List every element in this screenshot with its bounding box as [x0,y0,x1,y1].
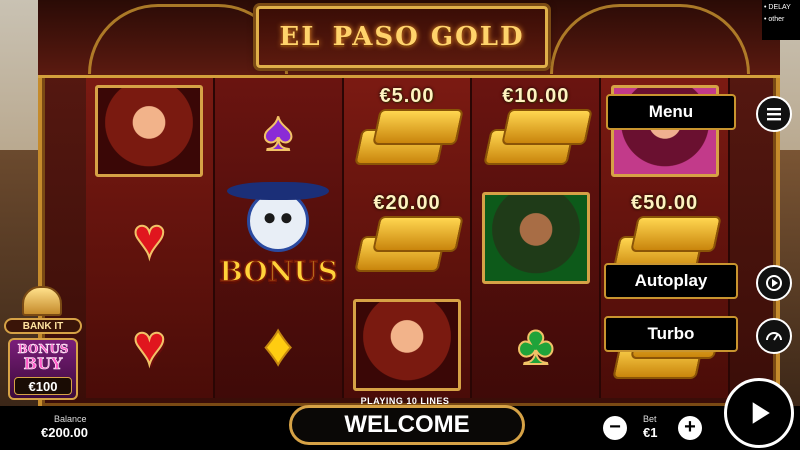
autoplay-button[interactable]: Autoplay [604,263,738,299]
game-title: EL PASO GOLD [279,22,525,52]
bonus-buy-price: €100 [14,377,72,395]
arch-ornament-right [550,4,750,74]
message-box: WELCOME [289,405,525,445]
balance-label: Balance [54,414,87,424]
gold-bar-value: €5.00 [379,85,435,108]
reel-cell [472,185,599,292]
reel-cell: €5.00 [344,78,471,185]
bet-decrease-button[interactable]: − [603,416,627,440]
spade-icon: ♠ [262,99,294,163]
bet-label: Bet [643,414,657,424]
gold-bar-value: €10.00 [502,85,570,108]
portrait-symbol-woman-red-hat [352,298,461,391]
reel-cell: €20.00 [344,185,471,292]
autoplay-icon[interactable] [756,265,792,301]
bonus-buy-panel[interactable]: BANK IT BONUS BUY €100 [4,286,82,402]
diamond-icon: ♦ [263,312,294,376]
hamburger-icon[interactable] [756,96,792,132]
sombrero-icon [227,181,330,200]
gold-bar-shape [629,215,722,252]
autoplay-label: Autoplay [634,271,708,290]
game-logo: EL PASO GOLD [256,6,548,68]
balance-value: €200.00 [41,425,88,440]
bank-icon [22,286,62,316]
reel-cell: ♥ [86,291,213,398]
gold-bar-value: €50.00 [631,191,699,214]
bet-increase-button[interactable]: + [678,416,702,440]
reel-cell: €10.00 [472,78,599,185]
reel-cell: ♠ [215,78,342,185]
heart-icon: ♥ [132,205,167,269]
gold-bar-symbol: €20.00 [348,190,466,286]
club-icon: ♣ [516,312,555,376]
reel-2: ♠ BONUS ♦ [214,78,344,398]
reel-cell [86,78,213,185]
welcome-message: WELCOME [344,411,470,438]
play-icon [752,402,770,424]
gold-bar-shape [372,109,464,146]
bonus-buy-button[interactable]: BONUS BUY €100 [8,338,78,400]
gold-bar-shape [372,215,464,252]
debug-line-1: • DELAY [764,4,791,11]
debug-line-2: • other [764,16,785,23]
bonus-scatter-symbol: BONUS [218,181,339,290]
gold-bar-symbol: €5.00 [348,83,466,179]
reel-cell: BONUS [215,181,342,292]
reel-cell: ♥ [86,185,213,292]
reel-4: €10.00 ♣ [472,78,602,398]
bonus-buy-title-line2: BUY [23,354,63,373]
reel-cell [344,291,471,398]
reel-1: ♥ ♥ [86,78,215,398]
reel-cell: ♣ [472,291,599,398]
turbo-button[interactable]: Turbo [604,316,738,352]
speedometer-icon[interactable] [756,318,792,354]
reel-3: €5.00 €20.00 [343,78,473,398]
bank-it-button[interactable]: BANK IT [4,318,82,334]
gold-bar-shape [500,109,593,146]
portrait-symbol-woman-green [481,191,590,284]
heart-icon: ♥ [132,312,167,376]
turbo-label: Turbo [647,324,695,343]
spin-button[interactable] [724,378,794,448]
debug-overlay: • DELAY • other [762,0,800,40]
reel-cell: ♦ [215,291,342,398]
menu-button[interactable]: Menu [606,94,736,130]
bet-value: €1 [643,425,658,440]
gold-bar-symbol: €10.00 [477,83,595,179]
bonus-label: BONUS [218,254,338,289]
portrait-symbol-redhead-woman [95,85,204,178]
gold-bar-value: €20.00 [373,191,441,214]
menu-label: Menu [648,102,694,121]
